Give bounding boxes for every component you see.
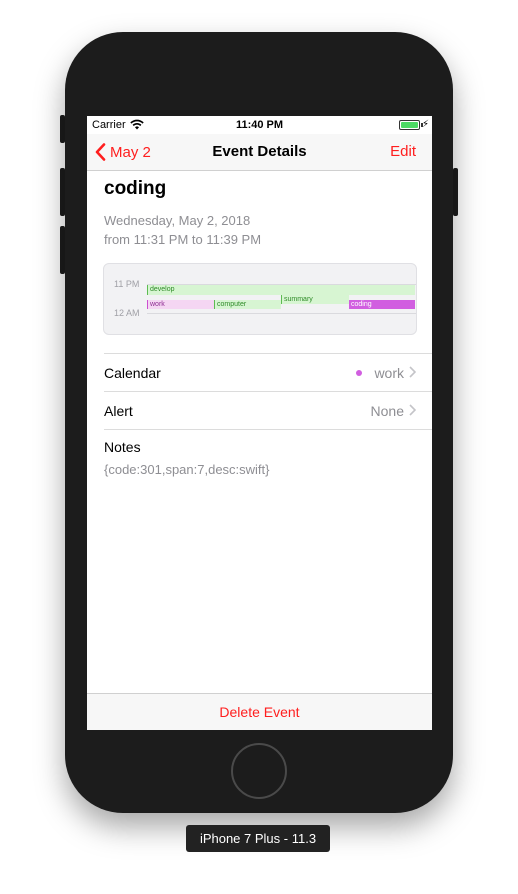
event-title: coding [104, 178, 167, 199]
charging-bolt-icon: ⚡ [422, 119, 430, 130]
timeline-event-work: work [147, 300, 214, 309]
event-date: Wednesday, May 2, 2018 [104, 213, 251, 228]
chevron-right-icon [409, 366, 416, 378]
edit-button[interactable]: Edit [390, 143, 416, 160]
home-button[interactable] [231, 743, 287, 799]
screen: Carrier 11:40 PM ⚡ May 2 Event Details E… [87, 116, 432, 730]
chevron-right-icon [409, 404, 416, 416]
back-button[interactable]: May 2 [95, 141, 151, 163]
calendar-label: Calendar [104, 365, 161, 381]
timeline-event-computer: computer [214, 300, 281, 309]
calendar-value: work [374, 365, 404, 381]
delete-event-button[interactable]: Delete Event [87, 704, 432, 720]
alert-row[interactable]: Alert None [104, 391, 432, 429]
power-button [453, 168, 458, 216]
back-label: May 2 [110, 143, 151, 161]
notes-label: Notes [104, 439, 141, 455]
day-timeline-preview: 11 PM 12 AM develop summary work compute… [103, 263, 417, 335]
status-time: 11:40 PM [235, 119, 284, 131]
alert-value: None [370, 403, 404, 419]
timeline-event-coding: coding [349, 300, 415, 309]
bottom-toolbar: Delete Event [87, 693, 432, 730]
calendar-row[interactable]: Calendar work [104, 353, 432, 391]
battery-icon [399, 120, 423, 130]
timeline-event-summary: summary [281, 295, 349, 304]
event-time-range: from 11:31 PM to 11:39 PM [104, 232, 262, 247]
navigation-bar: May 2 Event Details Edit [87, 134, 432, 171]
divider [104, 429, 432, 430]
simulator-device-label: iPhone 7 Plus - 11.3 [186, 825, 330, 852]
notes-value: {code:301,span:7,desc:swift} [104, 462, 270, 477]
hour-line [147, 313, 416, 314]
calendar-color-dot [356, 370, 362, 376]
alert-label: Alert [104, 403, 133, 419]
status-bar: Carrier 11:40 PM ⚡ [87, 116, 432, 134]
timeline-event-develop: develop [147, 285, 415, 295]
chevron-left-icon [95, 143, 106, 161]
hour-label-12am: 12 AM [114, 308, 140, 318]
hour-label-11pm: 11 PM [114, 279, 140, 289]
